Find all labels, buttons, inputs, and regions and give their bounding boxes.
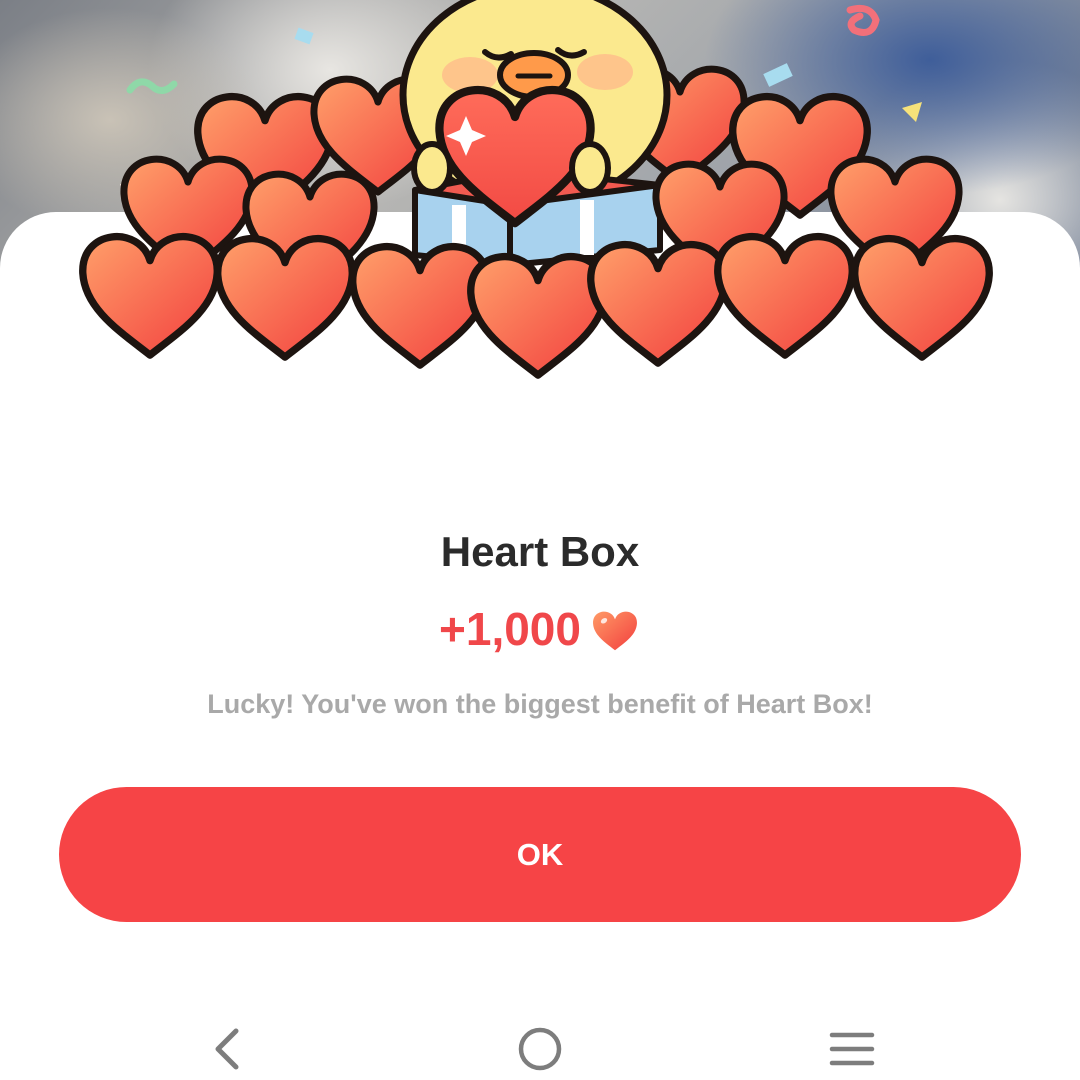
back-chevron-icon [215,1028,239,1070]
reward-amount: +1,000 [439,603,581,655]
ok-button[interactable]: OK [59,787,1021,922]
reward-line: +1,000 [0,602,1080,656]
screen: Heart Box +1,000 Lucky! You've won the b… [0,0,1080,1080]
nav-home-button[interactable] [495,1022,585,1076]
menu-lines-icon [829,1032,875,1066]
heart-icon [593,611,637,651]
home-circle-icon [518,1027,562,1071]
dialog-title: Heart Box [440,528,640,575]
reward-message: Lucky! You've won the biggest benefit of… [207,689,873,719]
nav-recents-button[interactable] [807,1022,897,1076]
heart-box-illustration [60,0,1020,390]
system-nav-bar [0,1010,1080,1080]
nav-back-button[interactable] [183,1022,273,1076]
